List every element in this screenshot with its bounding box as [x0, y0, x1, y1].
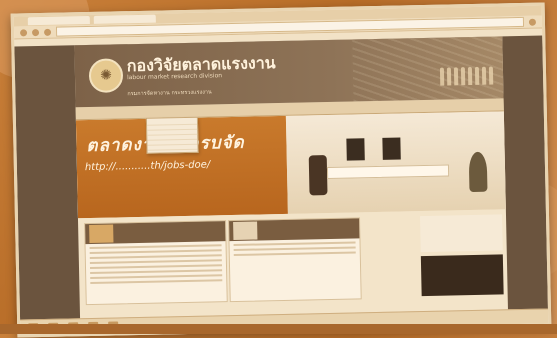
monitor-shape	[382, 137, 400, 159]
chair-shape	[309, 155, 328, 195]
reload-icon[interactable]	[44, 28, 51, 35]
forward-icon[interactable]	[32, 29, 39, 36]
back-icon[interactable]	[20, 29, 27, 36]
monitor-screen: ✺ กองวิจัยตลาดแรงงาน labour market resea…	[11, 2, 552, 337]
monitor-bezel-bottom	[0, 324, 557, 334]
header-people-illustration	[440, 67, 493, 86]
department-logo[interactable]: ✺	[89, 58, 124, 93]
report-box-header[interactable]	[229, 218, 359, 241]
monitor-shape	[346, 138, 364, 160]
banner-office-photo	[286, 111, 506, 214]
banner-url[interactable]: http://...........th/jobs-doe/	[85, 159, 210, 173]
side-ad-top[interactable]	[420, 214, 503, 252]
page-viewport: ✺ กองวิจัยตลาดแรงงาน labour market resea…	[14, 35, 548, 320]
dropdown-item[interactable]	[147, 145, 197, 151]
site-header: ✺ กองวิจัยตลาดแรงงาน labour market resea…	[74, 36, 503, 107]
site-title-english: labour market research division	[127, 72, 222, 81]
content-area	[78, 214, 508, 319]
news-box	[84, 220, 228, 305]
report-box	[228, 217, 362, 302]
nav-dropdown-menu	[146, 117, 199, 154]
hero-banner[interactable]: ตลาดงาน...ครบจัด http://...........th/jo…	[76, 111, 506, 218]
news-thumbnail	[89, 225, 113, 243]
browser-tab[interactable]	[28, 16, 90, 25]
news-box-header[interactable]	[85, 221, 225, 244]
site-subtitle: กรมการจัดหางาน กระทรวงแรงงาน	[127, 88, 212, 98]
menu-icon[interactable]	[529, 18, 536, 25]
side-ad-bottom[interactable]	[421, 254, 504, 296]
browser-tab[interactable]	[94, 15, 156, 24]
website: ✺ กองวิจัยตลาดแรงงาน labour market resea…	[74, 36, 508, 319]
desk-shape	[327, 164, 449, 179]
report-thumbnail	[233, 222, 257, 240]
plant-shape	[469, 152, 488, 192]
